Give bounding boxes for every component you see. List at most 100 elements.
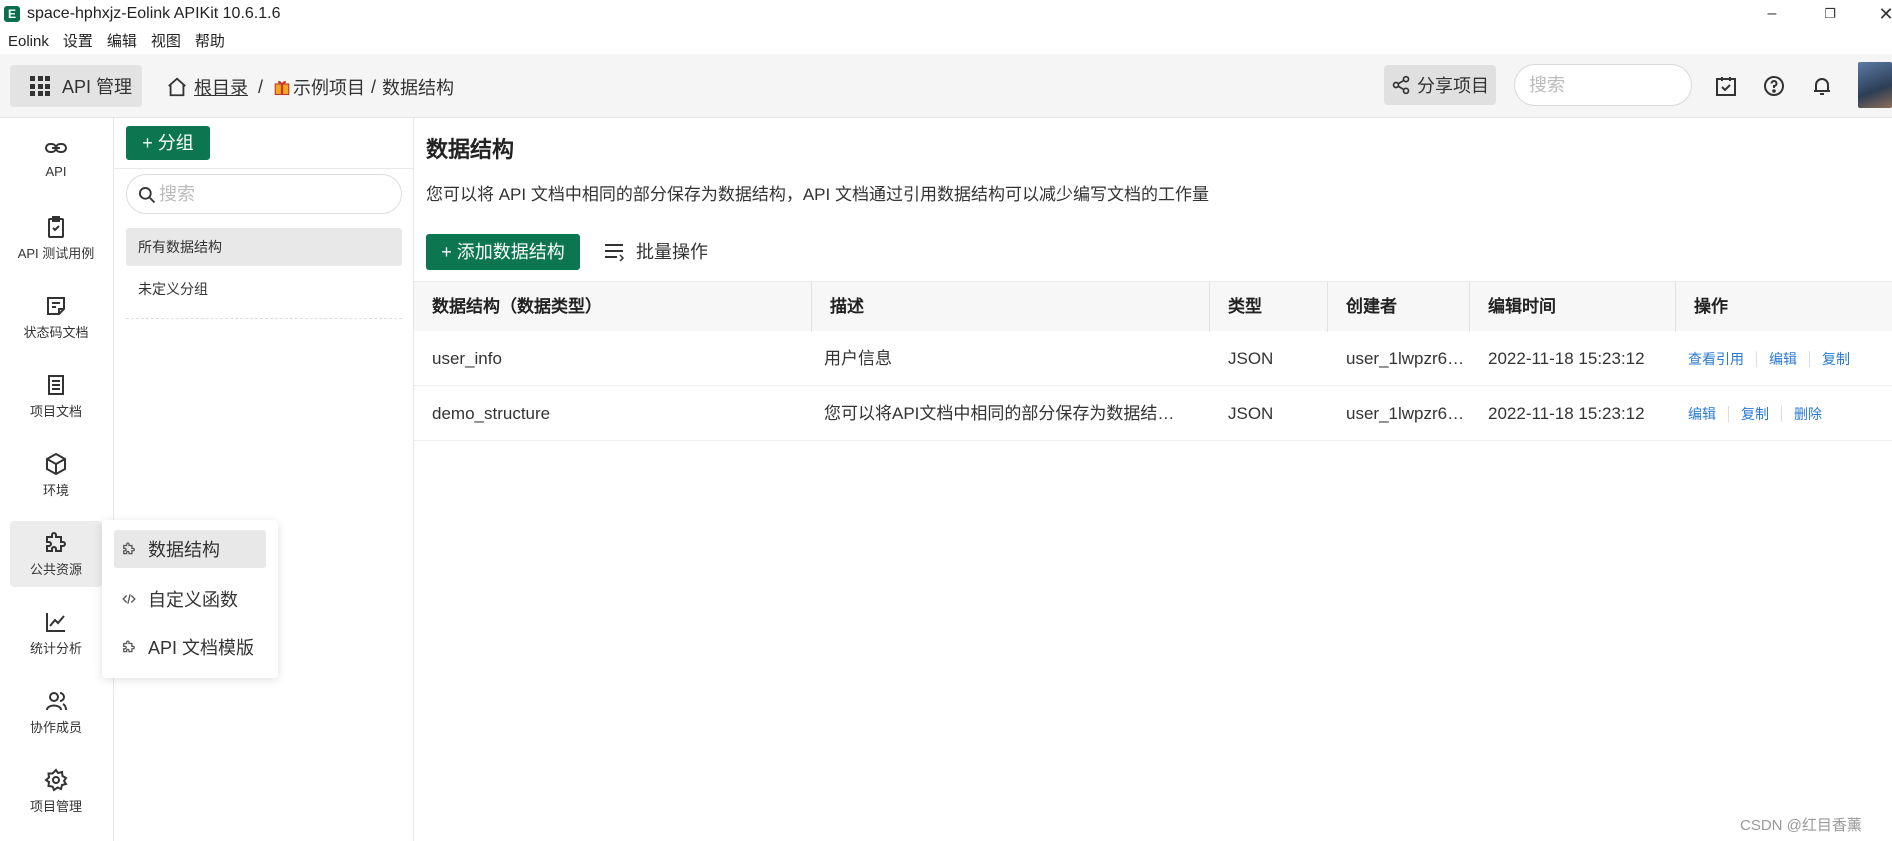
api-management-label: API 管理 (62, 77, 133, 97)
copy-link[interactable]: 复制 (1809, 350, 1862, 367)
link-icon (45, 143, 67, 153)
cell-type: JSON (1228, 404, 1274, 423)
nav-label: 协作成员 (29, 720, 82, 735)
batch-operation-label: 批量操作 (636, 242, 708, 262)
note-icon (47, 297, 65, 315)
breadcrumb-separator: / (371, 76, 377, 97)
users-icon (46, 692, 67, 711)
popover-item-api-doc-template[interactable]: API 文档模版 (114, 628, 266, 666)
nav-label: 公共资源 (29, 562, 82, 577)
apps-grid-icon (30, 76, 50, 96)
top-toolbar: API 管理 根目录 / 示例项目 / 数据结构 分享项目 (0, 54, 1892, 118)
breadcrumb-project-link[interactable]: 示例项目 (293, 74, 365, 100)
edit-link[interactable]: 编辑 (1676, 406, 1728, 422)
cell-description: 用户信息 (824, 349, 892, 368)
maximize-button[interactable]: ❐ (1810, 2, 1850, 26)
code-icon (122, 594, 136, 604)
nav-item-project-management[interactable]: 项目管理 (10, 758, 102, 824)
copy-link[interactable]: 复制 (1728, 405, 1781, 422)
group-list-separator (126, 318, 402, 319)
row-actions: 查看引用 编辑 复制 (1676, 331, 1862, 386)
group-search-input[interactable] (159, 181, 389, 207)
api-management-button[interactable]: API 管理 (10, 65, 142, 107)
view-references-link[interactable]: 查看引用 (1676, 351, 1756, 367)
add-group-button[interactable]: + 分组 (126, 126, 210, 160)
puzzle-icon (123, 640, 135, 653)
breadcrumb-current: 数据结构 (382, 78, 455, 98)
gear-icon (44, 768, 68, 792)
menu-bar: Eolink 设置 编辑 视图 帮助 (0, 30, 232, 54)
nav-item-public-resources[interactable]: 公共资源 (10, 521, 102, 587)
main-content: 数据结构 您可以将 API 文档中相同的部分保存为数据结构，API 文档通过引用… (414, 118, 1892, 841)
breadcrumb-separator: / (258, 76, 264, 97)
popover-item-data-structure[interactable]: 数据结构 (114, 530, 266, 568)
nav-label: API 测试用例 (17, 246, 95, 261)
popover-item-label: 数据结构 (148, 540, 220, 560)
nav-label: 状态码文档 (23, 325, 89, 340)
group-item-all[interactable]: 所有数据结构 (126, 228, 402, 266)
batch-operation-button[interactable]: 批量操作 (602, 238, 708, 264)
watermark: CSDN @红目香薰 (1740, 817, 1862, 834)
nav-item-members[interactable]: 协作成员 (10, 679, 102, 745)
global-search-input[interactable] (1514, 64, 1692, 106)
home-icon (168, 77, 186, 97)
table-header: 数据结构（数据类型） 描述 类型 创建者 编辑时间 操作 (414, 281, 1892, 332)
add-data-structure-button[interactable]: + 添加数据结构 (426, 234, 580, 270)
cell-edit-time: 2022-11-18 15:23:12 (1488, 404, 1645, 423)
page-description: 您可以将 API 文档中相同的部分保存为数据结构，API 文档通过引用数据结构可… (426, 185, 1209, 204)
nav-item-environment[interactable]: 环境 (10, 442, 102, 508)
nav-label: API (45, 164, 67, 179)
share-icon (1392, 75, 1410, 95)
edit-link[interactable]: 编辑 (1756, 350, 1809, 367)
help-icon[interactable] (1762, 74, 1786, 98)
column-header-type[interactable]: 类型 (1210, 282, 1328, 332)
share-project-label: 分享项目 (1417, 76, 1489, 96)
nav-item-project-docs[interactable]: 项目文档 (10, 363, 102, 429)
puzzle-icon (46, 532, 66, 552)
nav-item-statistics[interactable]: 统计分析 (10, 600, 102, 666)
nav-label: 项目管理 (29, 799, 82, 814)
group-item-undefined[interactable]: 未定义分组 (126, 270, 402, 308)
public-resources-popover: 数据结构 自定义函数 API 文档模版 (102, 520, 278, 678)
menu-eolink[interactable]: Eolink (0, 30, 56, 54)
app-logo-icon: E (4, 6, 20, 22)
menu-view[interactable]: 视图 (144, 30, 188, 54)
popover-item-label: API 文档模版 (148, 638, 255, 658)
close-window-button[interactable]: ✕ (1866, 2, 1892, 26)
menu-settings[interactable]: 设置 (56, 30, 100, 54)
column-header-creator[interactable]: 创建者 (1328, 282, 1470, 332)
cell-type: JSON (1228, 349, 1274, 368)
minimize-button[interactable]: – (1752, 2, 1792, 26)
popover-item-custom-function[interactable]: 自定义函数 (114, 580, 266, 618)
bell-icon[interactable] (1810, 74, 1834, 98)
cell-creator: user_1lwpzr6… (1346, 349, 1465, 368)
document-icon (48, 375, 64, 395)
table-row[interactable]: demo_structure 您可以将API文档中相同的部分保存为数据结… JS… (414, 386, 1892, 441)
breadcrumb: 根目录 / 示例项目 / 数据结构 (166, 74, 454, 100)
list-menu-icon (605, 244, 625, 262)
breadcrumb-root-link[interactable]: 根目录 (194, 74, 248, 100)
table-row[interactable]: user_info 用户信息 JSON user_1lwpzr6… 2022-1… (414, 331, 1892, 386)
nav-item-api-test-cases[interactable]: API 测试用例 (10, 205, 102, 271)
share-project-button[interactable]: 分享项目 (1384, 65, 1496, 105)
menu-help[interactable]: 帮助 (188, 30, 232, 54)
menu-edit[interactable]: 编辑 (100, 30, 144, 54)
user-avatar[interactable] (1858, 62, 1892, 108)
left-navigation: API API 测试用例 状态码文档 项目文档 环境 公共资源 统计分析 协作成… (0, 118, 114, 841)
column-header-edit-time[interactable]: 编辑时间 (1470, 282, 1676, 332)
column-header-name[interactable]: 数据结构（数据类型） (414, 282, 812, 332)
cell-name: user_info (432, 349, 502, 368)
cell-creator: user_1lwpzr6… (1346, 404, 1465, 423)
window-title: space-hphxjz-Eolink APIKit 10.6.1.6 (27, 5, 281, 22)
column-header-description[interactable]: 描述 (812, 282, 1210, 332)
delete-link[interactable]: 删除 (1781, 405, 1834, 422)
nav-label: 项目文档 (29, 404, 82, 419)
nav-item-api[interactable]: API (10, 126, 102, 192)
divider (114, 168, 414, 169)
calendar-check-icon[interactable] (1714, 74, 1738, 98)
gift-icon (274, 81, 290, 96)
cell-edit-time: 2022-11-18 15:23:12 (1488, 349, 1645, 368)
page-title: 数据结构 (426, 137, 515, 162)
cell-name: demo_structure (432, 404, 551, 423)
nav-item-status-code-docs[interactable]: 状态码文档 (10, 284, 102, 350)
